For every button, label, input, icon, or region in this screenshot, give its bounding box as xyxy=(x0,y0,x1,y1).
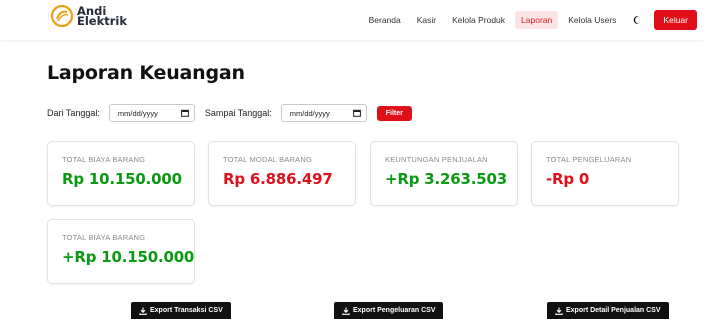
card-value: Rp 6.886.497 xyxy=(223,170,333,188)
card-value: Rp 10.150.000 xyxy=(62,170,182,188)
brand-logo-link[interactable]: Andi Elektrik xyxy=(50,4,127,28)
summary-card-total-modal: TOTAL MODAL BARANG Rp 6.886.497 xyxy=(208,141,356,206)
calendar-icon xyxy=(352,109,361,117)
nav-kelola-users[interactable]: Kelola Users xyxy=(562,11,622,29)
card-value: -Rp 0 xyxy=(546,170,590,188)
download-icon xyxy=(555,307,563,315)
start-date-placeholder: mm/dd/yyyy xyxy=(117,108,158,118)
theme-toggle-button[interactable] xyxy=(628,12,646,28)
nav-laporan[interactable]: Laporan xyxy=(515,11,559,29)
export-transaksi-label: Export Transaksi CSV xyxy=(150,307,223,314)
start-date-label: Dari Tanggal: xyxy=(47,108,100,118)
filter-button[interactable]: Filter xyxy=(376,105,412,121)
export-detail-penjualan-label: Export Detail Penjualan CSV xyxy=(566,307,661,314)
download-icon xyxy=(342,307,350,315)
export-transaksi-button[interactable]: Export Transaksi CSV xyxy=(131,302,231,319)
card-value: +Rp 10.150.000 xyxy=(62,248,195,266)
page-title: Laporan Keuangan xyxy=(47,62,245,84)
end-date-input[interactable]: mm/dd/yyyy xyxy=(280,104,367,122)
end-date-label: Sampai Tanggal: xyxy=(204,108,272,118)
card-label: TOTAL BIAYA BARANG xyxy=(62,155,146,164)
start-date-input[interactable]: mm/dd/yyyy xyxy=(108,104,195,122)
logout-button[interactable]: Keluar xyxy=(654,10,697,30)
top-navbar: Andi Elektrik Beranda Kasir Kelola Produ… xyxy=(0,0,705,40)
brand-name-line2: Elektrik xyxy=(77,14,128,28)
calendar-icon xyxy=(180,109,189,117)
nav-kasir[interactable]: Kasir xyxy=(411,11,442,29)
brand-name: Andi Elektrik xyxy=(77,5,128,28)
export-detail-penjualan-button[interactable]: Export Detail Penjualan CSV xyxy=(547,302,669,319)
summary-card-total-biaya: TOTAL BIAYA BARANG Rp 10.150.000 xyxy=(47,141,195,206)
card-value: +Rp 3.263.503 xyxy=(385,170,507,188)
summary-card-pengeluaran: TOTAL PENGELUARAN -Rp 0 xyxy=(531,141,679,206)
summary-card-total-biaya-net: TOTAL BIAYA BARANG +Rp 10.150.000 xyxy=(47,219,195,284)
export-pengeluaran-button[interactable]: Export Pengeluaran CSV xyxy=(334,302,444,319)
nav-kelola-produk[interactable]: Kelola Produk xyxy=(446,11,511,29)
moon-icon xyxy=(633,16,639,24)
brand-logo-icon xyxy=(50,4,74,28)
main-nav: Beranda Kasir Kelola Produk Laporan Kelo… xyxy=(359,10,697,30)
end-date-placeholder: mm/dd/yyyy xyxy=(289,108,330,118)
card-label: TOTAL MODAL BARANG xyxy=(223,155,313,164)
card-label: TOTAL BIAYA BARANG xyxy=(62,233,146,242)
date-filter: Dari Tanggal: mm/dd/yyyy Sampai Tanggal:… xyxy=(47,104,412,122)
summary-card-keuntungan: KEUNTUNGAN PENJUALAN +Rp 3.263.503 xyxy=(370,141,518,206)
card-label: KEUNTUNGAN PENJUALAN xyxy=(385,155,488,164)
nav-beranda[interactable]: Beranda xyxy=(363,11,407,29)
card-label: TOTAL PENGELUARAN xyxy=(546,155,632,164)
download-icon xyxy=(139,307,147,315)
export-pengeluaran-label: Export Pengeluaran CSV xyxy=(353,307,436,314)
